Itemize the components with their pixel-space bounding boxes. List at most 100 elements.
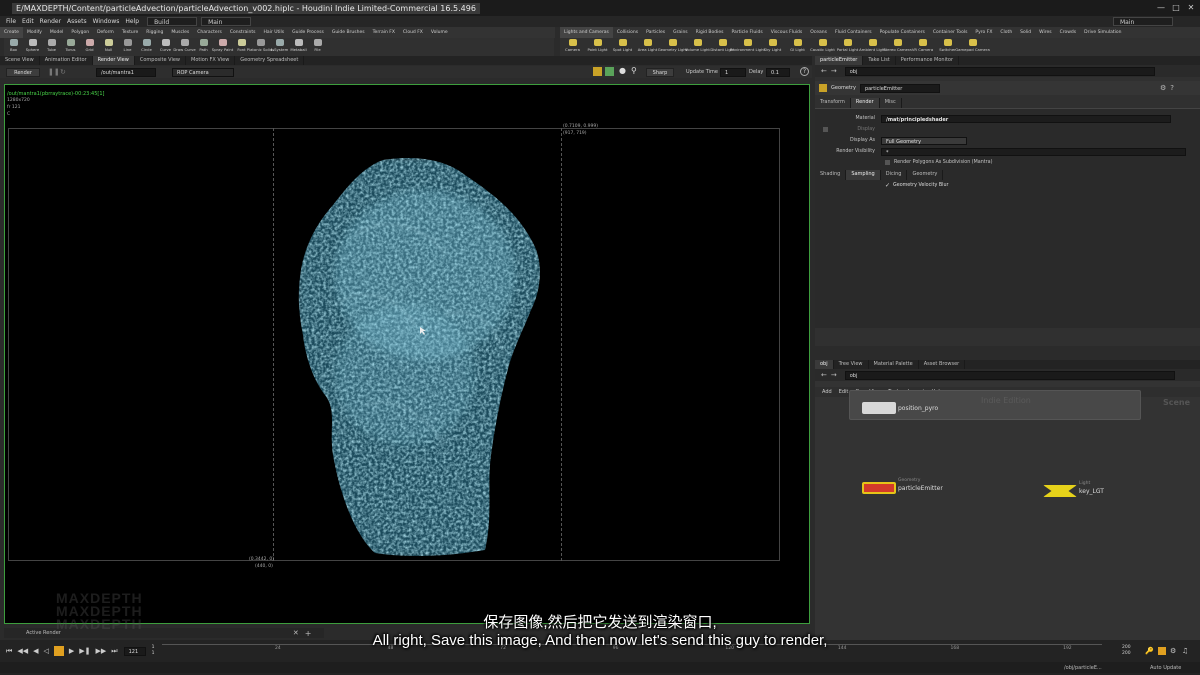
shelf-tab-guide-process[interactable]: Guide Process (288, 27, 328, 38)
menu-render[interactable]: Render (40, 18, 61, 25)
tool-point-light[interactable]: Point Light (585, 38, 610, 56)
param-path-field[interactable]: obj (844, 66, 1155, 76)
tool-geometry-light[interactable]: Geometry Light (658, 38, 687, 56)
net-tab-asset-browser[interactable]: Asset Browser (919, 360, 966, 369)
desktop-main-selector[interactable]: Main (201, 17, 252, 26)
shelf-tab-hair-utils[interactable]: Hair Utils (260, 27, 289, 38)
shelf-tab-populate-containers[interactable]: Populate Containers (876, 27, 929, 38)
tool-spray-paint[interactable]: Spray Paint (212, 38, 233, 56)
tool-draw-curve[interactable]: Draw Curve (173, 38, 196, 56)
forward-arrow-icon[interactable]: → (831, 67, 837, 75)
tool-sky-light[interactable]: Sky Light (760, 38, 785, 56)
shelf-tab-particle-fluids[interactable]: Particle Fluids (727, 27, 766, 38)
net-tab-obj[interactable]: obj (815, 360, 834, 369)
light-bulb-icon[interactable]: ● (619, 66, 626, 75)
shelf-tab-deform[interactable]: Deform (93, 27, 118, 38)
gear-icon[interactable]: ⚙ (1160, 84, 1166, 92)
tool-circle[interactable]: Circle (137, 38, 156, 56)
desktop-build-selector[interactable]: Build (147, 17, 198, 26)
tool-spot-light[interactable]: Spot Light (610, 38, 635, 56)
close-icon[interactable]: ✕ (1184, 2, 1198, 13)
tool-box[interactable]: Box (4, 38, 23, 56)
shelf-tab-fluid-containers[interactable]: Fluid Containers (831, 27, 876, 38)
render-polys-checkbox[interactable] (885, 160, 890, 165)
auto-update-button[interactable]: Auto Update (1150, 665, 1181, 671)
tab-take-list[interactable]: Take List (863, 56, 896, 65)
shelf-tab-drive-simulation[interactable]: Drive Simulation (1080, 27, 1125, 38)
subtab-misc[interactable]: Misc (880, 98, 902, 108)
delay-field[interactable]: 0.1 (766, 67, 790, 77)
shelf-tab-cloud-fx[interactable]: Cloud FX (399, 27, 427, 38)
help-icon[interactable]: ? (800, 67, 809, 76)
node-particle-emitter[interactable]: Geometry particleEmitter (862, 478, 943, 494)
sharp-selector[interactable]: Sharp (646, 67, 674, 77)
shelf-tab-lights-and-cameras[interactable]: Lights and Cameras (560, 27, 613, 38)
subtab-render[interactable]: Render (850, 98, 880, 108)
display-as-dropdown[interactable]: Full Geometry (881, 136, 967, 145)
shelf-tab-terrain-fx[interactable]: Terrain FX (369, 27, 399, 38)
snapshot-icon[interactable] (593, 67, 602, 76)
tool-camera[interactable]: Camera (560, 38, 585, 56)
net-forward-arrow-icon[interactable]: → (831, 371, 837, 379)
shelf-tab-container-tools[interactable]: Container Tools (929, 27, 972, 38)
tab-geometry-spreadsheet[interactable]: Geometry Spreadsheet (235, 56, 305, 65)
shelf-tab-muscles[interactable]: Muscles (167, 27, 193, 38)
update-time-field[interactable]: 1 (720, 67, 746, 77)
tool-tube[interactable]: Tube (42, 38, 61, 56)
refresh-icon[interactable]: ↻ (60, 68, 66, 76)
tool-curve[interactable]: Curve (156, 38, 175, 56)
shelf-tab-rigging[interactable]: Rigging (142, 27, 167, 38)
sample-tab-geometry[interactable]: Geometry (907, 170, 944, 180)
rop-path-field[interactable]: /out/mantra1 (96, 67, 156, 77)
sample-tab-shading[interactable]: Shading (815, 170, 847, 180)
start-frame-2[interactable]: 1 (152, 651, 155, 657)
material-field[interactable]: /mat/principledshader (881, 114, 1171, 123)
node-name-field[interactable]: particleEmitter (859, 83, 940, 93)
shelf-tab-wires[interactable]: Wires (1035, 27, 1055, 38)
shelf-tab-viscous-fluids[interactable]: Viscous Fluids (767, 27, 807, 38)
light-node-icon[interactable] (1043, 485, 1077, 497)
tool-area-light[interactable]: Area Light (635, 38, 660, 56)
tab-animation-editor[interactable]: Animation Editor (40, 56, 93, 65)
tool-torus[interactable]: Torus (61, 38, 80, 56)
render-visibility-field[interactable]: * (881, 147, 1186, 156)
shelf-tab-constraints[interactable]: Constraints (226, 27, 260, 38)
tool-gamepad-camera[interactable]: Gamepad Camera (955, 38, 990, 56)
shelf-tab-crowds[interactable]: Crowds (1056, 27, 1081, 38)
sample-tab-dicing[interactable]: Dicing (881, 170, 908, 180)
tool-path[interactable]: Path (194, 38, 213, 56)
tool-vr-camera[interactable]: VR Camera (910, 38, 935, 56)
net-menu-add[interactable]: Add (822, 389, 832, 395)
shelf-tab-pyro-fx[interactable]: Pyro FX (971, 27, 996, 38)
node-key-lgt[interactable]: Light key_LGT (1043, 481, 1104, 497)
tool-sphere[interactable]: Sphere (23, 38, 42, 56)
minimize-icon[interactable]: — (1154, 2, 1168, 13)
tab-performance-monitor[interactable]: Performance Monitor (896, 56, 960, 65)
net-tab-material-palette[interactable]: Material Palette (869, 360, 919, 369)
shelf-tab-collisions[interactable]: Collisions (613, 27, 642, 38)
tool-line[interactable]: Line (118, 38, 137, 56)
help-icon-panel[interactable]: ? (1170, 84, 1174, 92)
render-button[interactable]: Render (6, 67, 40, 77)
tab-composite-view[interactable]: Composite View (135, 56, 186, 65)
tool-gi-light[interactable]: GI Light (785, 38, 810, 56)
shelf-tab-rigid-bodies[interactable]: Rigid Bodies (692, 27, 728, 38)
tool-portal-light[interactable]: Portal Light (835, 38, 860, 56)
tool-file[interactable]: File (308, 38, 327, 56)
end-frame-2[interactable]: 200 (1122, 651, 1131, 657)
shelf-tab-polygon[interactable]: Polygon (67, 27, 93, 38)
tool-environment-light[interactable]: Environment Light (730, 38, 765, 56)
tool-l-system[interactable]: L-System (270, 38, 289, 56)
shelf-tab-particles[interactable]: Particles (642, 27, 669, 38)
shelf-tab-modify[interactable]: Modify (23, 27, 46, 38)
image-icon[interactable] (605, 67, 614, 76)
tool-ambient-light[interactable]: Ambient Light (859, 38, 886, 56)
tool-volume-light[interactable]: Volume Light (685, 38, 710, 56)
shelf-tab-oceans[interactable]: Oceans (806, 27, 831, 38)
shelf-tab-grains[interactable]: Grains (669, 27, 692, 38)
tab-scene-view[interactable]: Scene View (0, 56, 40, 65)
network-path-field[interactable]: obj (844, 370, 1175, 380)
shelf-tab-solid[interactable]: Solid (1016, 27, 1035, 38)
tab-motion-fx-view[interactable]: Motion FX View (186, 56, 236, 65)
node-position-pyro[interactable]: position_pyro (862, 402, 938, 414)
